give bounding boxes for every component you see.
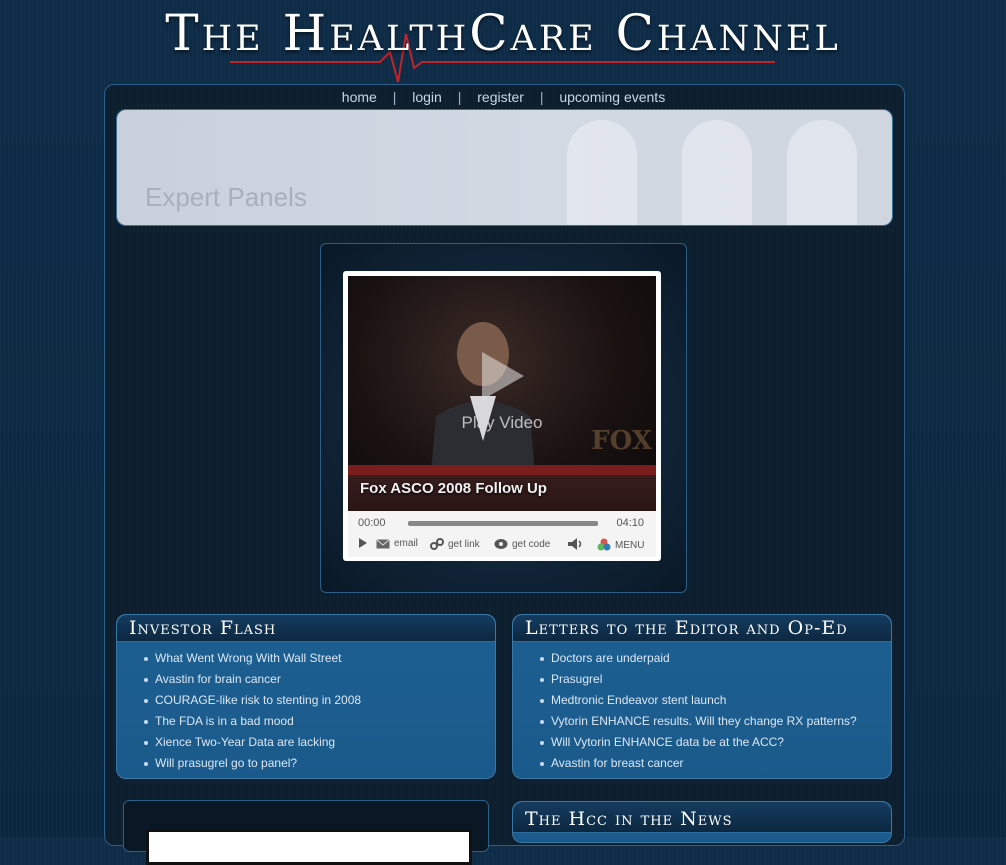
play-video-icon[interactable] xyxy=(482,352,524,400)
play-video-label[interactable]: Play Video xyxy=(348,413,656,433)
secondary-video-frame xyxy=(123,800,489,865)
speaker-icon xyxy=(568,538,582,550)
list-item[interactable]: Doctors are underpaid xyxy=(540,648,891,669)
letters-list: Doctors are underpaid Prasugrel Medtroni… xyxy=(513,648,891,774)
list-item[interactable]: Will prasugrel go to panel? xyxy=(144,753,495,774)
letters-panel: Letters to the Editor and Op-Ed Doctors … xyxy=(512,614,892,779)
get-code-label: get code xyxy=(512,538,551,550)
nav-separator: | xyxy=(457,89,462,105)
list-item[interactable]: What Went Wrong With Wall Street xyxy=(144,648,495,669)
volume-button[interactable] xyxy=(568,538,584,550)
banner-photo-figure xyxy=(682,120,752,225)
list-item[interactable]: Avastin for brain cancer xyxy=(144,669,495,690)
list-item[interactable]: Will Vytorin ENHANCE data be at the ACC? xyxy=(540,732,891,753)
site-logo[interactable]: The HealthCare Channel xyxy=(0,0,1006,86)
investor-flash-list: What Went Wrong With Wall Street Avastin… xyxy=(117,648,495,774)
link-icon xyxy=(430,538,444,550)
menu-label: MENU xyxy=(615,539,645,551)
banner-photo-figure xyxy=(567,120,637,225)
list-item[interactable]: COURAGE-like risk to stenting in 2008 xyxy=(144,690,495,711)
menu-icon xyxy=(597,538,611,551)
expert-panels-banner: Expert Panels xyxy=(116,109,893,226)
banner-photo-figure xyxy=(787,120,857,225)
list-item[interactable]: Medtronic Endeavor stent launch xyxy=(540,690,891,711)
nav-home[interactable]: home xyxy=(342,89,377,105)
get-link-button[interactable]: get link xyxy=(430,538,480,550)
site-title: The HealthCare Channel xyxy=(165,4,841,62)
nav-upcoming-events[interactable]: upcoming events xyxy=(559,89,665,105)
letters-title: Letters to the Editor and Op-Ed xyxy=(513,615,891,642)
progress-bar[interactable] xyxy=(408,521,598,526)
video-player: FOX Play Video Fox ASCO 2008 Follow Up 0… xyxy=(343,271,661,561)
video-screen[interactable]: FOX Play Video Fox ASCO 2008 Follow Up xyxy=(348,276,656,511)
list-item[interactable]: Avastin for breast cancer xyxy=(540,753,891,774)
investor-flash-title: Investor Flash xyxy=(117,615,495,642)
time-total: 04:10 xyxy=(616,517,644,529)
nav-separator: | xyxy=(539,89,544,105)
list-item[interactable]: Vytorin ENHANCE results. Will they chang… xyxy=(540,711,891,732)
email-label: email xyxy=(394,538,418,549)
eye-icon xyxy=(494,539,508,549)
get-code-button[interactable]: get code xyxy=(494,538,550,550)
list-item[interactable]: The FDA is in a bad mood xyxy=(144,711,495,732)
banner-title: Expert Panels xyxy=(145,182,307,212)
email-button[interactable]: email xyxy=(376,538,418,549)
list-item[interactable]: Prasugrel xyxy=(540,669,891,690)
get-link-label: get link xyxy=(448,538,480,550)
news-title: The Hcc in the News xyxy=(513,802,891,833)
top-nav: home | login | register | upcoming event… xyxy=(104,86,903,108)
nav-register[interactable]: register xyxy=(477,89,524,105)
nav-login[interactable]: login xyxy=(412,89,442,105)
play-button[interactable] xyxy=(358,538,368,548)
envelope-icon xyxy=(376,538,390,548)
play-icon xyxy=(359,538,367,548)
secondary-video-screen[interactable] xyxy=(146,829,472,865)
time-current: 00:00 xyxy=(358,517,386,529)
investor-flash-panel: Investor Flash What Went Wrong With Wall… xyxy=(116,614,496,779)
menu-button[interactable]: MENU xyxy=(597,538,644,552)
nav-separator: | xyxy=(392,89,397,105)
player-controls: 00:00 04:10 email get link get code MENU xyxy=(348,511,656,557)
list-item[interactable]: Xience Two-Year Data are lacking xyxy=(144,732,495,753)
clip-title: Fox ASCO 2008 Follow Up xyxy=(360,480,547,497)
